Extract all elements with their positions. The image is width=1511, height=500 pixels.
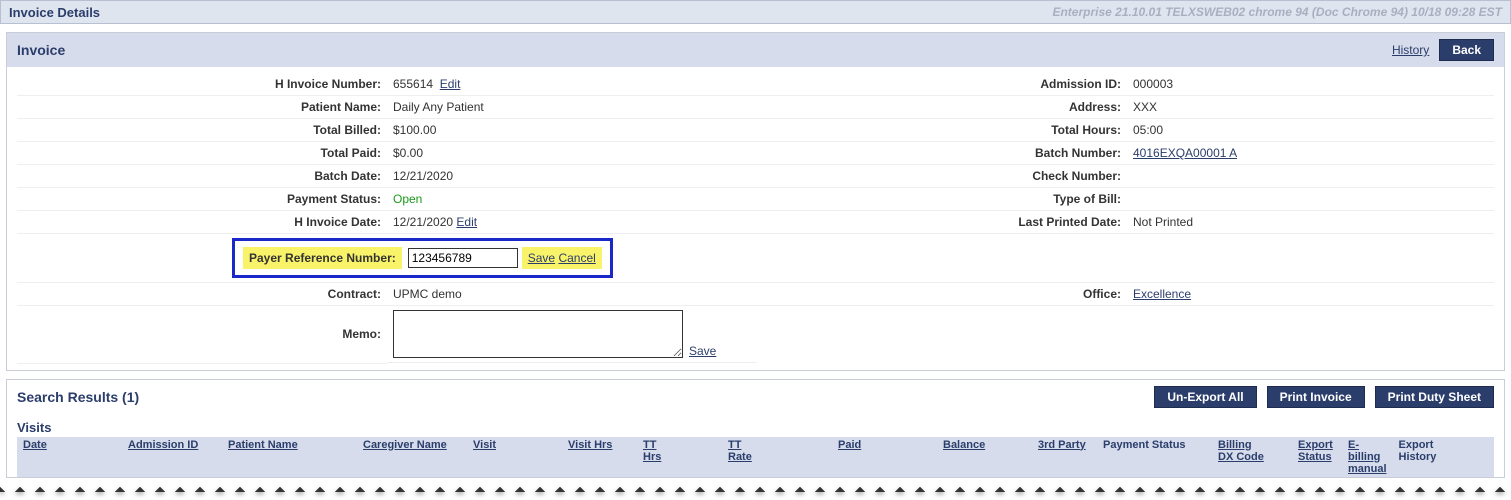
torn-edge-decoration	[0, 478, 1511, 492]
label-total-hours: Total Hours:	[757, 119, 1127, 142]
row-invoice-number: H Invoice Number: 655614 Edit Admission …	[17, 73, 1494, 96]
results-panel: Search Results (1) Un-Export All Print I…	[6, 379, 1505, 478]
payer-ref-actions: Save Cancel	[522, 247, 602, 269]
empty	[1127, 234, 1494, 283]
unexport-all-button[interactable]: Un-Export All	[1154, 386, 1256, 408]
label-patient-name: Patient Name:	[17, 96, 387, 119]
label-last-printed: Last Printed Date:	[757, 211, 1127, 234]
col-visit[interactable]: Visit	[473, 439, 496, 451]
label-type-of-bill: Type of Bill:	[757, 188, 1127, 211]
col-patient-name[interactable]: Patient Name	[228, 439, 298, 451]
col-billing-dx[interactable]: Billing DX Code	[1218, 439, 1264, 463]
value-total-paid: $0.00	[387, 142, 757, 165]
col-tt-rate[interactable]: TT Rate	[728, 439, 752, 463]
label-total-paid: Total Paid:	[17, 142, 387, 165]
memo-textarea[interactable]	[393, 310, 683, 358]
page-title: Invoice Details	[9, 5, 100, 20]
value-type-of-bill	[1127, 188, 1494, 211]
label-memo: Memo:	[17, 306, 387, 364]
col-export-status[interactable]: Export Status	[1298, 439, 1333, 463]
value-payment-status: Open	[387, 188, 757, 211]
payer-ref-save-link[interactable]: Save	[528, 251, 555, 265]
invoice-details-table: H Invoice Number: 655614 Edit Admission …	[17, 73, 1494, 364]
invoice-details-body: H Invoice Number: 655614 Edit Admission …	[7, 67, 1504, 370]
invoice-panel-title: Invoice	[17, 42, 65, 58]
label-contract: Contract:	[17, 283, 387, 306]
row-memo: Memo: Save	[17, 306, 1494, 364]
label-office: Office:	[757, 283, 1127, 306]
row-total-paid: Total Paid: $0.00 Batch Number: 4016EXQA…	[17, 142, 1494, 165]
invoice-date-text: 12/21/2020	[393, 215, 453, 229]
empty	[757, 234, 1127, 283]
label-invoice-date: H Invoice Date:	[17, 211, 387, 234]
edit-invoice-number-link[interactable]: Edit	[440, 77, 461, 91]
value-total-billed: $100.00	[387, 119, 757, 142]
value-invoice-number: 655614 Edit	[387, 73, 757, 96]
label-payer-ref: Payer Reference Number:	[243, 247, 402, 269]
col-payment-status: Payment Status	[1103, 439, 1186, 451]
col-paid[interactable]: Paid	[838, 439, 861, 451]
row-invoice-date: H Invoice Date: 12/21/2020 Edit Last Pri…	[17, 211, 1494, 234]
value-memo: Save	[387, 306, 757, 363]
payer-ref-highlight: Payer Reference Number: Save Cancel	[232, 238, 613, 278]
panel-actions: History Back	[1392, 39, 1494, 61]
env-info: Enterprise 21.10.01 TELXSWEB02 chrome 94…	[1052, 5, 1502, 19]
memo-save-link[interactable]: Save	[689, 344, 716, 358]
batch-number-link[interactable]: 4016EXQA00001 A	[1133, 146, 1237, 160]
row-payment-status: Payment Status: Open Type of Bill:	[17, 188, 1494, 211]
value-patient-name: Daily Any Patient	[387, 96, 757, 119]
col-balance[interactable]: Balance	[943, 439, 985, 451]
col-caregiver-name[interactable]: Caregiver Name	[363, 439, 447, 451]
label-payment-status: Payment Status:	[17, 188, 387, 211]
col-tt-hrs[interactable]: TT Hrs	[643, 439, 661, 463]
results-header: Search Results (1) Un-Export All Print I…	[17, 386, 1494, 408]
label-admission-id: Admission ID:	[757, 73, 1127, 96]
row-payer-reference: Payer Reference Number: Save Cancel	[17, 234, 1494, 283]
col-visit-hrs[interactable]: Visit Hrs	[568, 439, 612, 451]
payer-ref-cancel-link[interactable]: Cancel	[558, 251, 595, 265]
col-date[interactable]: Date	[23, 439, 47, 451]
invoice-panel: Invoice History Back H Invoice Number: 6…	[6, 32, 1505, 371]
history-link[interactable]: History	[1392, 43, 1429, 57]
print-invoice-button[interactable]: Print Invoice	[1267, 386, 1365, 408]
col-ebilling[interactable]: E- billing manual	[1348, 439, 1387, 475]
value-invoice-date: 12/21/2020 Edit	[387, 211, 757, 234]
label-check-number: Check Number:	[757, 165, 1127, 188]
value-batch-date: 12/21/2020	[387, 165, 757, 188]
col-3rd-party[interactable]: 3rd Party	[1038, 439, 1086, 451]
office-link[interactable]: Excellence	[1133, 287, 1191, 301]
row-batch-date: Batch Date: 12/21/2020 Check Number:	[17, 165, 1494, 188]
value-last-printed: Not Printed	[1127, 211, 1494, 234]
label-batch-date: Batch Date:	[17, 165, 387, 188]
value-contract: UPMC demo	[387, 283, 757, 306]
row-patient-name: Patient Name: Daily Any Patient Address:…	[17, 96, 1494, 119]
title-bar: Invoice Details Enterprise 21.10.01 TELX…	[0, 0, 1511, 24]
value-office: Excellence	[1127, 283, 1494, 306]
print-duty-sheet-button[interactable]: Print Duty Sheet	[1375, 386, 1494, 408]
label-invoice-number: H Invoice Number:	[17, 73, 387, 96]
invoice-number-text: 655614	[393, 77, 433, 91]
label-address: Address:	[757, 96, 1127, 119]
visits-grid-header: Date Admission ID Patient Name Caregiver…	[17, 437, 1494, 477]
results-title: Search Results (1)	[17, 389, 139, 405]
edit-invoice-date-link[interactable]: Edit	[456, 215, 477, 229]
col-export-history: Export History	[1399, 439, 1437, 463]
value-address: XXX	[1127, 96, 1494, 119]
results-actions: Un-Export All Print Invoice Print Duty S…	[1154, 386, 1494, 408]
value-batch-number: 4016EXQA00001 A	[1127, 142, 1494, 165]
label-batch-number: Batch Number:	[757, 142, 1127, 165]
value-admission-id: 000003	[1127, 73, 1494, 96]
payer-ref-input[interactable]	[408, 248, 518, 268]
back-button[interactable]: Back	[1439, 39, 1494, 61]
visits-label: Visits	[17, 420, 1494, 435]
label-total-billed: Total Billed:	[17, 119, 387, 142]
value-check-number	[1127, 165, 1494, 188]
invoice-panel-header: Invoice History Back	[7, 33, 1504, 67]
row-contract: Contract: UPMC demo Office: Excellence	[17, 283, 1494, 306]
value-total-hours: 05:00	[1127, 119, 1494, 142]
row-total-billed: Total Billed: $100.00 Total Hours: 05:00	[17, 119, 1494, 142]
col-admission-id[interactable]: Admission ID	[128, 439, 198, 451]
